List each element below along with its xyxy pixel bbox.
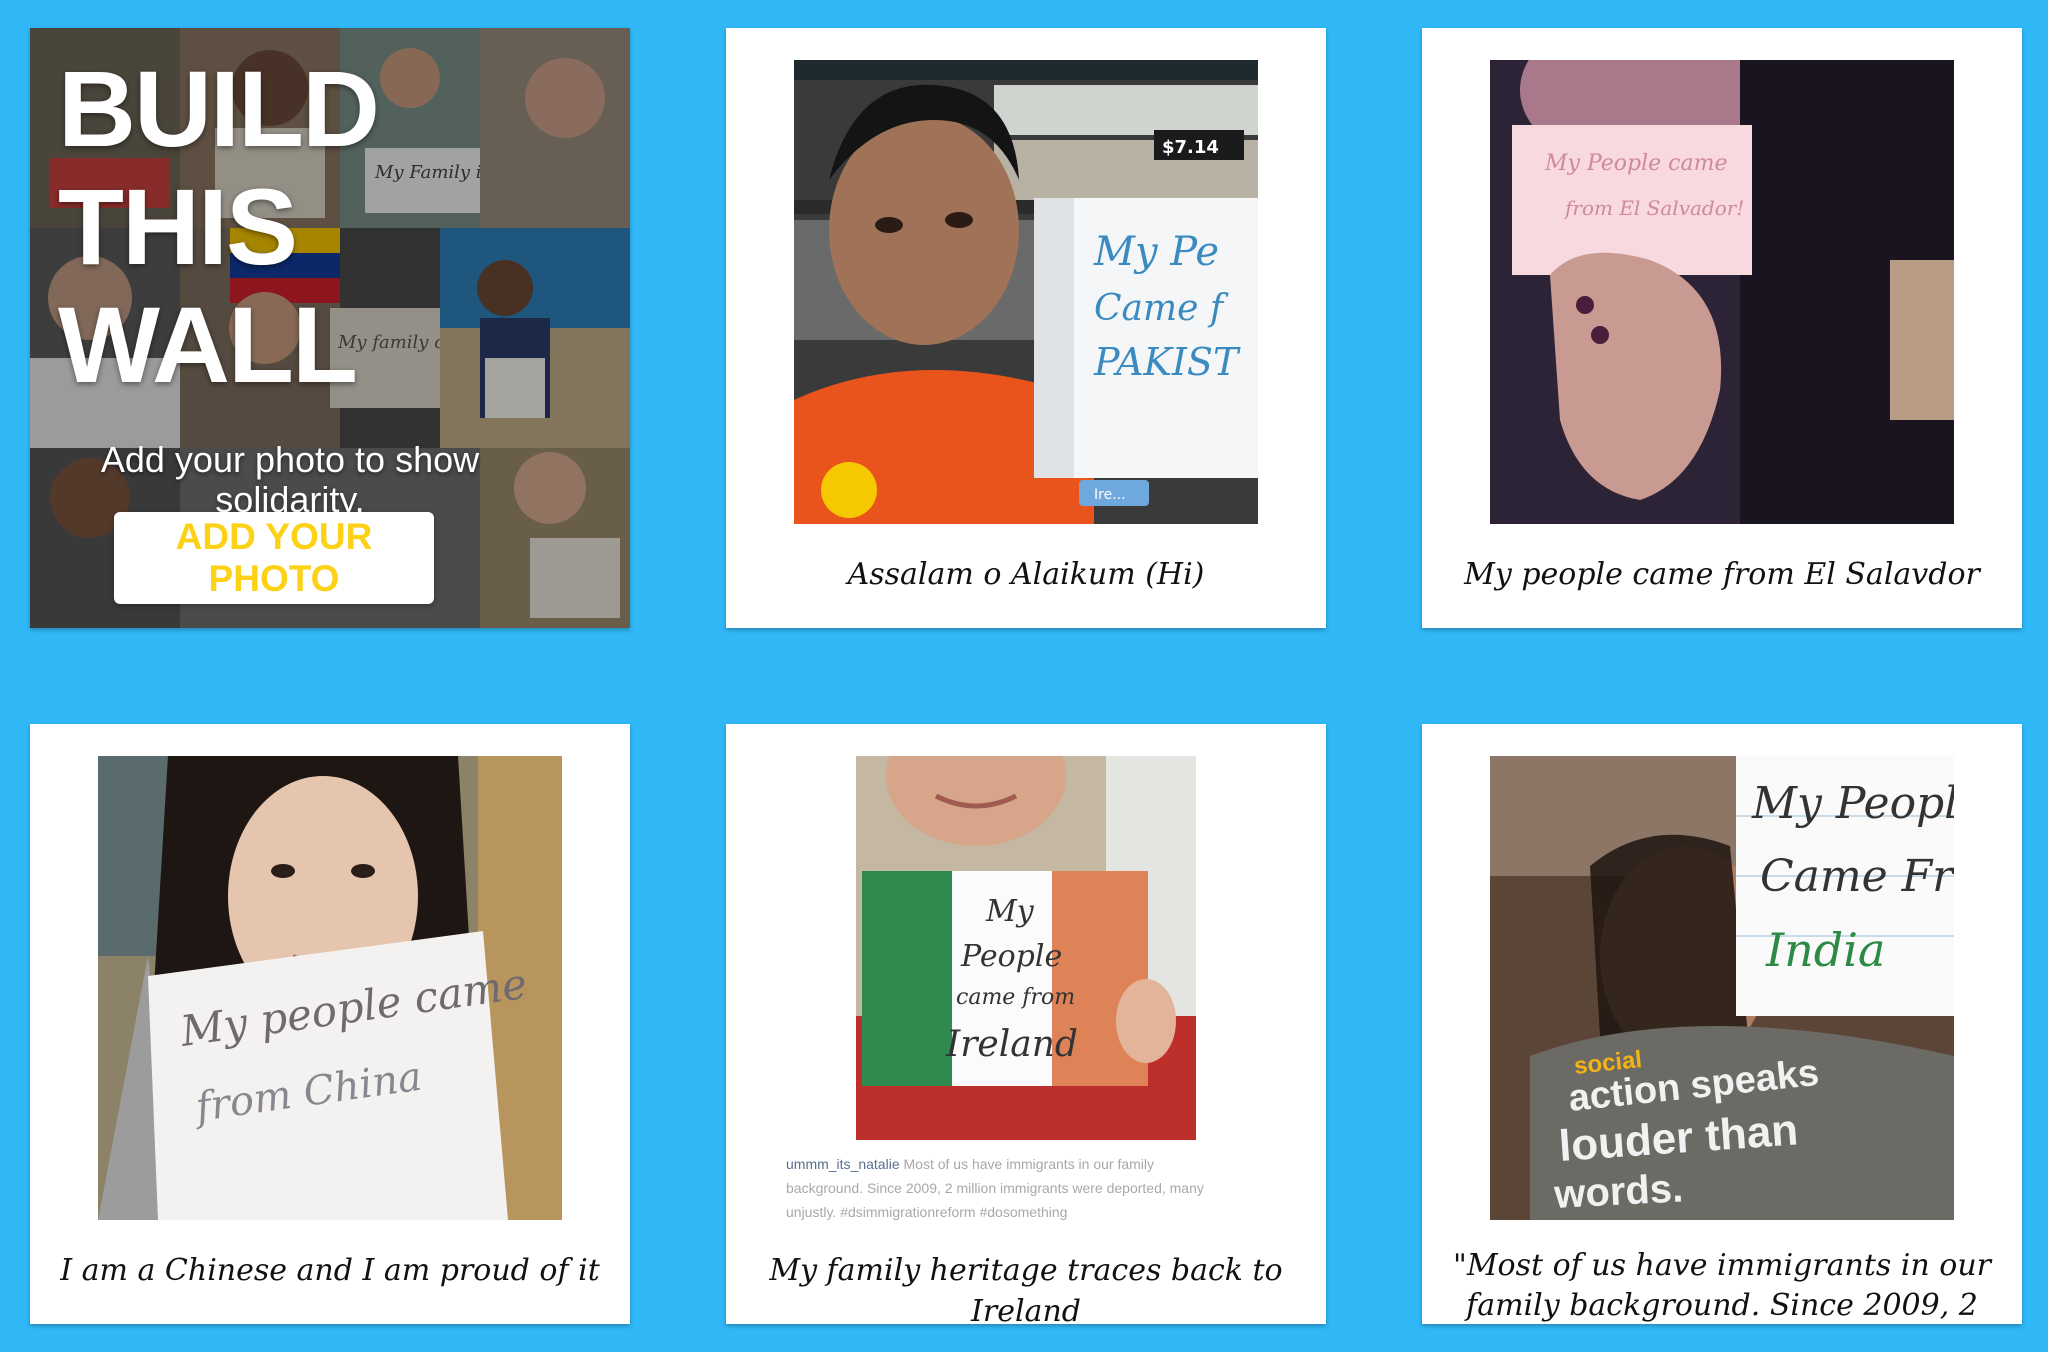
sign-line-2: Came Fr <box>1760 851 1954 902</box>
sign-line-3: PAKIST <box>1093 340 1241 384</box>
sign-line-2: Came f <box>1094 288 1229 329</box>
caption-ireland: My family heritage traces back to Irelan… <box>769 1253 1283 1324</box>
sign-line-3: India <box>1765 923 1885 977</box>
photo-china: My people came from China <box>98 756 562 1220</box>
add-your-photo-button[interactable]: ADD YOUR PHOTO <box>114 512 434 604</box>
instagram-username[interactable]: ummm_its_natalie <box>786 1156 900 1172</box>
photo-tile-ireland[interactable]: My People came from Ireland ummm_its_nat… <box>726 724 1326 1324</box>
photo-el-salvador: My People came from El Salvador! <box>1490 60 1954 524</box>
photo-ireland: My People came from Ireland <box>856 756 1196 1140</box>
photo-tile-el-salvador[interactable]: My People came from El Salvador! My peop… <box>1422 28 2022 628</box>
photo-tile-pakistan[interactable]: $7.14 My Pe Came f PAKIST Ire... Assalam… <box>726 28 1326 628</box>
sign-line-1: My People <box>1751 778 1954 829</box>
instagram-post-text: ummm_its_natalie Most of us have immigra… <box>786 1152 1226 1224</box>
sign-line-4: Ireland <box>945 1024 1078 1065</box>
sign-line-3: came from <box>956 985 1075 1010</box>
photo-pakistan: $7.14 My Pe Came f PAKIST Ire... <box>794 60 1258 524</box>
photo-tile-china[interactable]: My people came from China I am a Chinese… <box>30 724 630 1324</box>
caption-india: "Most of us have immigrants in our famil… <box>1453 1248 1991 1323</box>
caption-el-salvador: My people came from El Salavdor <box>1464 557 1980 592</box>
sign-line-1: My People came <box>1544 151 1727 176</box>
hero-title: BUILD THIS WALL <box>58 48 380 405</box>
caption-china: I am a Chinese and I am proud of it <box>60 1253 600 1288</box>
hero-subtitle: Add your photo to show solidarity. <box>100 439 480 520</box>
sign-line-1: My Pe <box>1093 229 1219 275</box>
sign-line-1: My <box>985 894 1035 929</box>
caption-pakistan: Assalam o Alaikum (Hi) <box>847 557 1205 592</box>
photo-india: social action speaks louder than words. … <box>1490 756 1954 1220</box>
shirt-line-4: words. <box>1552 1166 1684 1217</box>
photo-tile-india[interactable]: social action speaks louder than words. … <box>1422 724 2022 1324</box>
sign-line-2: People <box>960 939 1062 974</box>
build-wall-hero-tile: My Family is from My family came from BU… <box>30 28 630 628</box>
name-badge-text: Ire... <box>1094 487 1126 503</box>
price-tag-text: $7.14 <box>1162 137 1219 158</box>
sign-line-2: from El Salvador! <box>1563 196 1744 220</box>
